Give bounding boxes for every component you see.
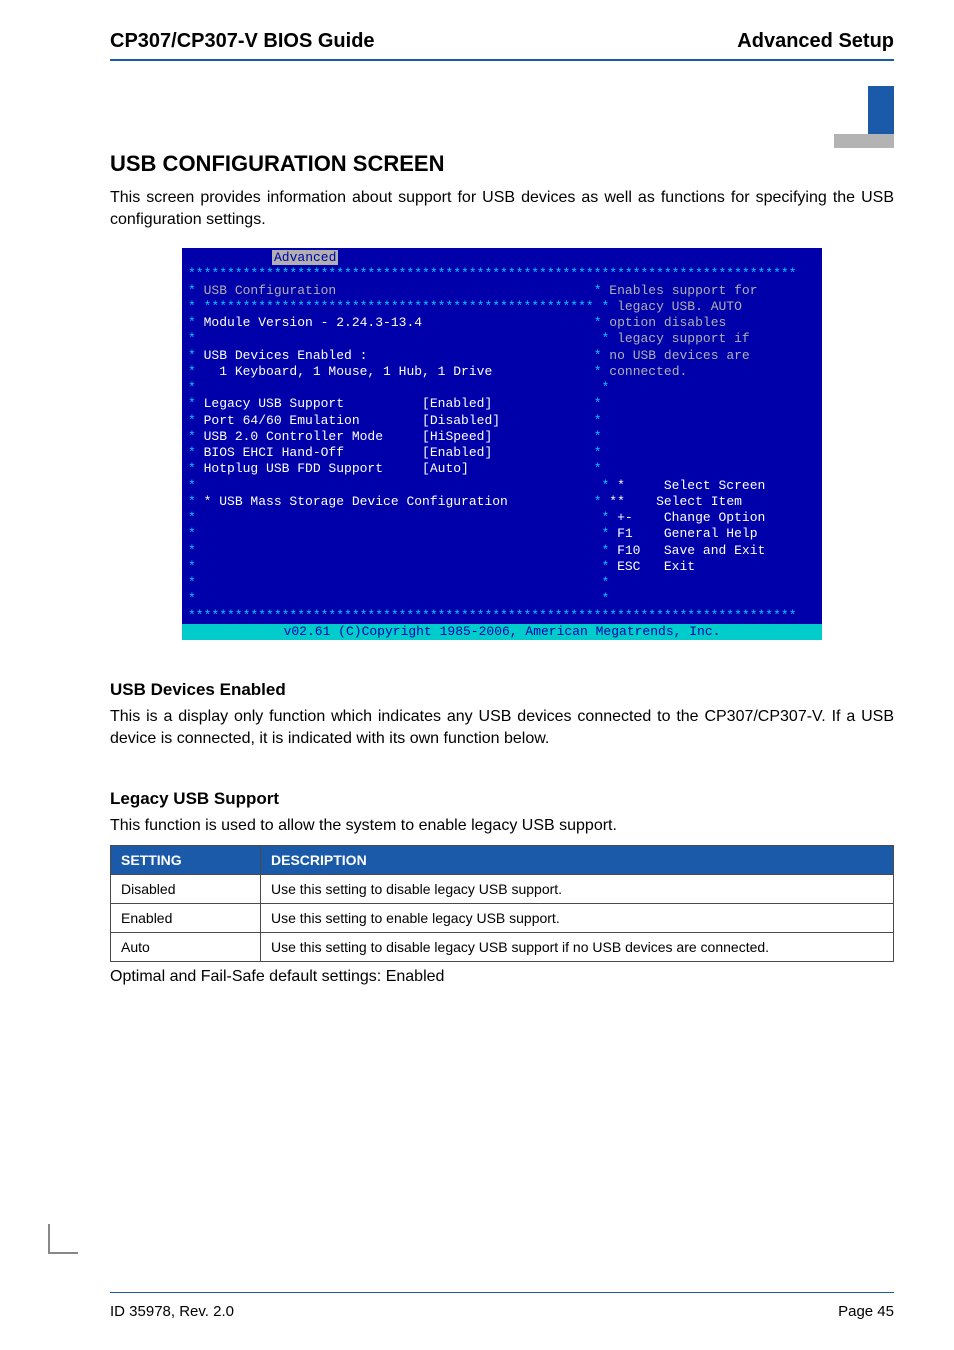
bios-row-nav0: * * * Select Screen: [182, 478, 822, 494]
subsection-legacy-usb-text: This function is used to allow the syste…: [110, 815, 894, 837]
bios-border-bottom: ****************************************…: [182, 608, 822, 624]
table-row: AutoUse this setting to disable legacy U…: [111, 932, 894, 961]
bios-option-2[interactable]: * USB 2.0 Controller Mode [HiSpeed] *: [182, 429, 822, 445]
bios-row-heading: * USB Configuration * Enables support fo…: [182, 283, 822, 299]
header-divider: [110, 59, 894, 61]
bios-row-separator: * **************************************…: [182, 299, 822, 315]
subsection-legacy-usb-title: Legacy USB Support: [110, 789, 894, 809]
section-intro: This screen provides information about s…: [110, 187, 894, 230]
table-cell-description: Use this setting to enable legacy USB su…: [261, 903, 894, 932]
bios-row-blank2: * *: [182, 380, 822, 396]
table-row: DisabledUse this setting to disable lega…: [111, 874, 894, 903]
footer-divider: [110, 1292, 894, 1293]
table-header-setting: SETTING: [111, 845, 261, 874]
bios-row-blank1: * * legacy support if: [182, 331, 822, 347]
bios-row-module: * Module Version - 2.24.3-13.4 * option …: [182, 315, 822, 331]
table-cell-description: Use this setting to disable legacy USB s…: [261, 874, 894, 903]
bios-row-nav2: * * +- Change Option: [182, 510, 822, 526]
bios-row-blank3: * *: [182, 575, 822, 591]
bios-row-blank4: * *: [182, 591, 822, 607]
bios-row-devlabel: * USB Devices Enabled : * no USB devices…: [182, 348, 822, 364]
bios-option-4[interactable]: * Hotplug USB FDD Support [Auto] *: [182, 461, 822, 477]
bios-option-3[interactable]: * BIOS EHCI Hand-Off [Enabled] *: [182, 445, 822, 461]
bios-screenshot: Advanced *******************************…: [182, 248, 822, 640]
subsection-usb-devices-enabled-text: This is a display only function which in…: [110, 706, 894, 749]
bios-option-1[interactable]: * Port 64/60 Emulation [Disabled] *: [182, 413, 822, 429]
bios-option-0[interactable]: * Legacy USB Support [Enabled] *: [182, 396, 822, 412]
bios-row-submenu[interactable]: * * USB Mass Storage Device Configuratio…: [182, 494, 822, 510]
header-left: CP307/CP307-V BIOS Guide: [110, 30, 375, 53]
table-header-description: DESCRIPTION: [261, 845, 894, 874]
table-cell-description: Use this setting to disable legacy USB s…: [261, 932, 894, 961]
corner-decoration-bottom-left: [48, 1224, 78, 1254]
bios-row-nav5: * * ESC Exit: [182, 559, 822, 575]
bios-row-devlist: * 1 Keyboard, 1 Mouse, 1 Hub, 1 Drive * …: [182, 364, 822, 380]
bios-border-top: ****************************************…: [182, 266, 822, 282]
footer-right: Page 45: [838, 1303, 894, 1320]
table-cell-setting: Enabled: [111, 903, 261, 932]
bios-row-nav4: * * F10 Save and Exit: [182, 543, 822, 559]
header-right: Advanced Setup: [737, 30, 894, 53]
bios-footer: v02.61 (C)Copyright 1985-2006, American …: [182, 624, 822, 640]
defaults-note: Optimal and Fail-Safe default settings: …: [110, 968, 894, 986]
bios-tab-advanced[interactable]: Advanced: [272, 250, 338, 265]
bios-tab-bar: Advanced: [182, 250, 822, 266]
section-title: USB CONFIGURATION SCREEN: [110, 151, 894, 177]
subsection-usb-devices-enabled-title: USB Devices Enabled: [110, 680, 894, 700]
bios-row-nav3: * * F1 General Help: [182, 526, 822, 542]
settings-table: SETTING DESCRIPTION DisabledUse this set…: [110, 845, 894, 962]
brand-corner-decoration: [834, 86, 894, 146]
table-cell-setting: Auto: [111, 932, 261, 961]
footer-left: ID 35978, Rev. 2.0: [110, 1303, 234, 1320]
table-cell-setting: Disabled: [111, 874, 261, 903]
table-row: EnabledUse this setting to enable legacy…: [111, 903, 894, 932]
